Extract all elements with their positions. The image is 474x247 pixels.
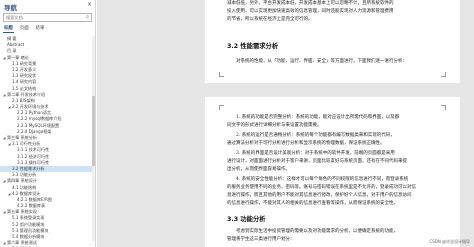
scrollbar-thumb[interactable] bbox=[92, 96, 95, 166]
navigation-scrollbar[interactable] bbox=[92, 36, 95, 241]
paragraph-line: 2. 系统的运行是否通畅分析：系统的每个功能都有编写数据类来和实现的代码， bbox=[236, 133, 395, 138]
nav-heading-label: 2.2.1 Python语言 bbox=[17, 110, 52, 116]
nav-heading-label: 4.1 功能结构 bbox=[12, 184, 37, 190]
document-area[interactable]: 减本低低，另外，平台开发成本低，开发成本基本上可以忽略不计，且所系统软件的 投入… bbox=[97, 0, 474, 247]
search-icon[interactable]: ⌕ bbox=[86, 14, 89, 20]
paragraph-line: 4. 系统的安全性能分析：这样才可以每个角色的不同权限的信息进行不同，而登录系统 bbox=[236, 177, 409, 182]
margin-mark bbox=[441, 72, 446, 77]
heading-tree: 摘 要 Abstract 目 录 ◢ 第一章 绪论 1.1 研究背景 1.2 开发意义 1.3… bbox=[0, 36, 95, 247]
nav-heading-label: 5.4 数据分析模块 bbox=[12, 234, 45, 239]
paragraph-line: 的节省，所以系统在经济上是完全可行的。 bbox=[227, 17, 313, 22]
nav-heading-label: 1.1 研究背景 bbox=[12, 60, 37, 66]
margin-mark bbox=[219, 105, 224, 110]
nav-heading-label: 3.1.3 操作可行性 bbox=[17, 159, 50, 165]
nav-heading-label: 1.5 论文结构 bbox=[12, 85, 37, 91]
nav-heading-label: 4.2.2 数据库表 bbox=[17, 203, 46, 209]
paragraph-line: 对系统的性能，从「功能、运行、界面、安全」等方面进行，下面我们逐一进行分析： bbox=[236, 59, 407, 64]
watermark: CSDN @毕业设计指导 bbox=[429, 239, 470, 244]
section-heading: 3.2 性能需求分析 bbox=[227, 43, 279, 50]
section-heading: 3.3 功能分析 bbox=[227, 216, 266, 223]
nav-heading-label: Abstract bbox=[7, 42, 25, 48]
nav-heading-label: 1.2 开发意义 bbox=[12, 66, 37, 72]
nav-heading-label: 第二章 开发技术介绍 bbox=[7, 91, 46, 97]
nav-heading-label: 4.2 数据库设计 bbox=[12, 190, 41, 196]
nav-heading-label: 3.1 可行性分析 bbox=[12, 141, 41, 147]
margin-mark bbox=[219, 72, 224, 77]
nav-heading-label: 3.1.1 技术可行性 bbox=[17, 147, 50, 153]
paragraph-line: 进行设计，对面面进行分析对于客户来讲，页面比较友好与系统页面，还有在不同代码来提 bbox=[227, 159, 407, 164]
nav-heading-label: 3.2 性能需求分析 bbox=[12, 165, 45, 171]
nav-heading-label: 1.3 研究现状 bbox=[12, 73, 37, 79]
nav-heading-label: 2.2.4 Django框架 bbox=[17, 128, 52, 134]
paragraph-line: 管理将学生这三类进行用户划分： bbox=[227, 237, 295, 242]
paragraph-line: 同文字的形式进行详细分析与来设置功能需要。 bbox=[227, 123, 322, 128]
nav-heading-label: 5.1 系统登录实现 bbox=[12, 215, 45, 221]
nav-heading-label: 第一章 绪论 bbox=[7, 54, 29, 60]
navigation-pane: 导航 × 搜索文档 ⌕ 标题 页面 结果 摘 要 Abstract 目 录 ◢ 第一章 … bbox=[0, 0, 96, 247]
nav-heading-label: 4.2.1 数据库E/R图 bbox=[17, 196, 52, 202]
paragraph-line: 减本低低，另外，平台开发成本低，开发成本基本上可以忽略不计，且所系统软件的 bbox=[227, 1, 394, 6]
search-placeholder: 搜索文档 bbox=[6, 15, 23, 20]
paragraph-line: 投入使用，可以实现更加快速高效的信息管理，同时还能实现对人力资源和管理费用 bbox=[227, 9, 394, 14]
paragraph-line: 考虑到实际生活中投资管理的需要以及对功能需求的分析，以便确定系统的功能， bbox=[236, 229, 398, 234]
nav-heading-label: 目 录 bbox=[7, 48, 17, 54]
nav-heading-label: 1.4 研究内容 bbox=[12, 79, 37, 85]
paragraph-line: 息进行操作，而且其他的用户不能对其信息进行修改，保护好个人信息，对于用户的信息访… bbox=[227, 193, 412, 198]
nav-heading-label: 3.3 功能分析 bbox=[12, 172, 37, 178]
paragraph-line: 的服务业务使用不同的业务，密码等。账号与密码错误在系统里是不允许的，登录成功可以… bbox=[227, 185, 416, 190]
paragraph-line: 通过算法分析对于可行分析进行分析和显示系统的物理数据，保证系统正确性。 bbox=[227, 141, 385, 146]
paragraph-line: 的信息进行操作，不能对其人的相关的信息进行查看等操作，从而保证系统的安全性。 bbox=[227, 201, 398, 206]
close-icon[interactable]: × bbox=[87, 1, 92, 8]
margin-mark bbox=[441, 105, 446, 110]
nav-heading-label: 2.1 B/S架构 bbox=[12, 97, 35, 103]
paragraph-line: 3. 系统的界面是否设计美观分析：对于系统中的软件开发，前端的页面都是采用 bbox=[236, 151, 395, 156]
nav-heading-label: 2.2.3 MySQL环境配置 bbox=[17, 122, 60, 128]
paragraph-line: 出分析，从而使界面容易操作。 bbox=[227, 167, 290, 172]
search-input[interactable]: 搜索文档 ⌕ bbox=[3, 13, 92, 22]
nav-heading-label: 5.2 用户功能模块 bbox=[12, 221, 45, 227]
document-page: 减本低低，另外，平台开发成本低，开发成本基本上可以忽略不计，且所系统软件的 投入… bbox=[205, 0, 460, 83]
nav-heading-label: 3.1.2 经济可行性 bbox=[17, 153, 50, 159]
nav-heading-label: 2.2 开发环境与技术 bbox=[12, 104, 49, 110]
navigation-pane-title: 导航 bbox=[4, 4, 17, 12]
nav-heading-label: 2.2.2 mysql数据库介绍 bbox=[17, 116, 62, 122]
navigation-tabs: 标题 页面 结果 bbox=[3, 25, 45, 33]
paragraph-line: 1. 系统的功能是否完整分析：系统的功能，能对应设计出所需代码和界面，以及都 bbox=[236, 115, 400, 120]
nav-heading-label: 第五章 系统实现 bbox=[7, 209, 37, 215]
nav-heading-label: 摘 要 bbox=[7, 36, 17, 41]
nav-heading-label: 第三章 系统分析 bbox=[7, 135, 37, 140]
nav-heading-label: 第四章 系统设计 bbox=[7, 178, 37, 184]
nav-heading-label: 第六章 系统测试 bbox=[7, 240, 37, 246]
tab-pages[interactable]: 页面 bbox=[19, 25, 30, 33]
document-page: 1. 系统的功能是否完整分析：系统的功能，能对应设计出所需代码和界面，以及都 同… bbox=[205, 97, 460, 247]
nav-heading-label: 5.3 管理员功能模块 bbox=[12, 227, 49, 233]
tab-results[interactable]: 结果 bbox=[35, 25, 46, 33]
tab-headings[interactable]: 标题 bbox=[3, 25, 14, 33]
